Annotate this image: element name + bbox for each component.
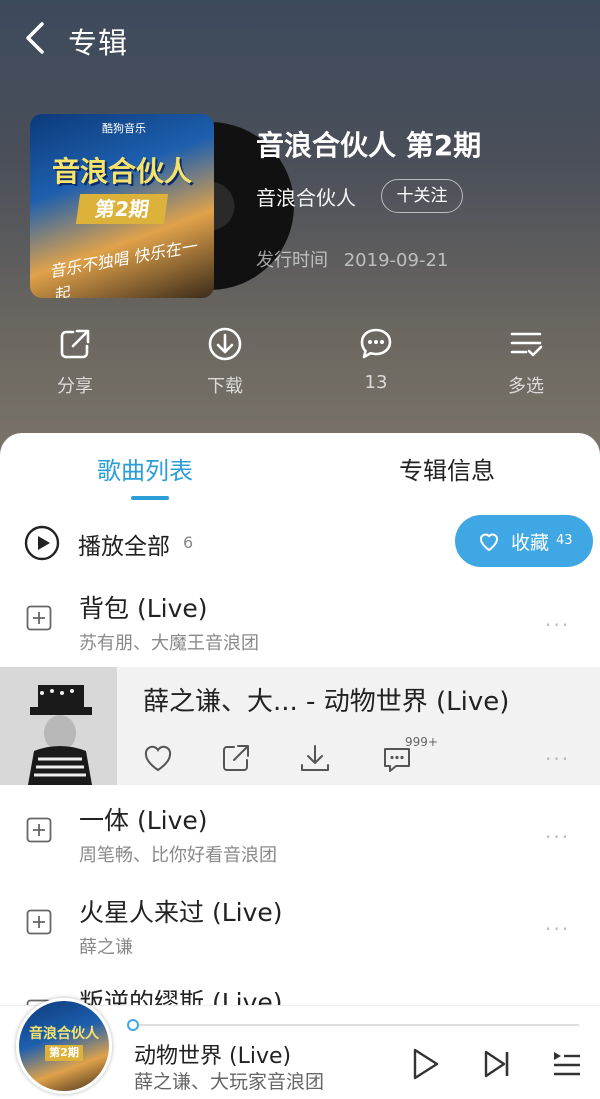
comment-button[interactable]: 13 [326, 326, 426, 393]
album-header: 专辑 酷狗音乐 音浪合伙人 第2期 音乐不独唱 快乐在一起 音浪合伙人 第2期 … [0, 0, 600, 460]
playlist-icon [554, 1052, 580, 1076]
song-artist: 薛之谦 [79, 937, 133, 958]
multiselect-button[interactable]: 多选 [476, 326, 576, 398]
more-options-icon[interactable]: ··· [545, 825, 570, 849]
add-to-playlist-icon[interactable] [26, 817, 52, 843]
mini-player[interactable]: 音浪合伙人 第2期 动物世界 (Live) 薛之谦、大玩家音浪团 [0, 998, 600, 1099]
active-song-row[interactable]: 薛之谦、大... - 动物世界 (Live) 999+ ··· [0, 667, 600, 785]
collect-label: 收藏 [511, 532, 550, 554]
song-list-panel: 歌曲列表 专辑信息 播放全部 6 收藏 43 背包 (Live) 苏有朋、大魔王… [0, 433, 600, 1033]
download-button[interactable]: 下载 [175, 326, 275, 398]
more-options-icon[interactable]: ··· [545, 613, 570, 637]
cover-episode: 第2期 [75, 194, 169, 224]
play-circle-icon[interactable] [24, 525, 60, 561]
album-cover-art: 酷狗音乐 音浪合伙人 第2期 音乐不独唱 快乐在一起 [30, 114, 214, 298]
comment-icon [360, 328, 392, 359]
now-playing-title: 动物世界 (Live) [134, 1044, 292, 1069]
chevron-left-icon [26, 22, 44, 54]
song-thumbnail [0, 667, 117, 785]
play-all-button[interactable]: 播放全部 [78, 527, 170, 561]
song-row[interactable]: 背包 (Live) 苏有朋、大魔王音浪团 ··· [0, 579, 600, 667]
play-button[interactable] [408, 1044, 442, 1084]
tab-song-list[interactable]: 歌曲列表 [97, 451, 193, 486]
song-title: 背包 (Live) [79, 594, 208, 623]
cover-title: 音浪合伙人 [51, 155, 192, 188]
album-actions: 分享 下载 13 多选 [0, 326, 600, 406]
share-icon [60, 329, 90, 359]
disc-title: 音浪合伙人 [29, 1026, 99, 1042]
album-artist[interactable]: 音浪合伙人 [256, 182, 356, 211]
cover-slogan: 音乐不独唱 快乐在一起 [47, 236, 198, 298]
share-label: 分享 [57, 376, 93, 397]
heart-outline-icon [144, 745, 172, 772]
next-button[interactable] [480, 1044, 514, 1084]
comment-badge: 999+ [405, 735, 438, 749]
play-all-row: 播放全部 6 收藏 43 [0, 515, 600, 571]
heart-icon [479, 533, 499, 552]
more-options-icon[interactable]: ··· [545, 917, 570, 941]
follow-button[interactable]: 十关注 [381, 179, 463, 213]
artist-photo [0, 667, 117, 785]
back-button[interactable] [18, 18, 54, 58]
release-date: 2019-09-21 [343, 250, 449, 271]
multiselect-label: 多选 [508, 376, 544, 397]
download-label: 下载 [207, 376, 243, 397]
active-song-title: 薛之谦、大... - 动物世界 (Live) [143, 687, 510, 717]
top-bar: 专辑 [0, 0, 600, 76]
song-download-button[interactable] [298, 741, 332, 775]
progress-bar[interactable] [133, 1024, 579, 1026]
download-icon [208, 327, 242, 361]
download-icon [301, 745, 329, 771]
album-name: 音浪合伙人 第2期 [256, 129, 482, 162]
song-title: 一体 (Live) [79, 806, 208, 835]
cover-logo: 酷狗音乐 [102, 122, 146, 135]
progress-handle[interactable] [127, 1019, 139, 1031]
tab-bar: 歌曲列表 专辑信息 [0, 433, 600, 503]
share-button[interactable]: 分享 [25, 326, 125, 398]
like-button[interactable] [141, 741, 175, 775]
song-title: 火星人来过 (Live) [79, 898, 283, 927]
song-count: 6 [183, 533, 194, 552]
release-info: 发行时间 2019-09-21 [256, 246, 458, 272]
add-to-playlist-icon[interactable] [26, 605, 52, 631]
share-icon [223, 745, 249, 771]
page-title: 专辑 [68, 26, 129, 60]
tab-indicator [131, 496, 169, 500]
song-artist: 苏有朋、大魔王音浪团 [79, 633, 259, 654]
comment-count: 13 [364, 372, 388, 393]
release-label: 发行时间 [256, 250, 328, 271]
tab-album-info[interactable]: 专辑信息 [399, 451, 495, 486]
collect-count: 43 [556, 533, 573, 548]
more-options-icon[interactable]: ··· [545, 747, 570, 771]
add-to-playlist-icon[interactable] [26, 909, 52, 935]
collect-button[interactable]: 收藏 43 [455, 515, 593, 567]
song-row[interactable]: 一体 (Live) 周笔畅、比你好看音浪团 ··· [0, 791, 600, 879]
skip-next-icon [484, 1050, 509, 1078]
now-playing-artist: 薛之谦、大玩家音浪团 [134, 1071, 325, 1093]
play-icon [413, 1048, 439, 1080]
song-share-button[interactable] [219, 741, 253, 775]
now-playing-disc[interactable]: 音浪合伙人 第2期 [16, 998, 112, 1094]
song-artist: 周笔畅、比你好看音浪团 [79, 845, 277, 866]
playlist-button[interactable] [550, 1044, 584, 1084]
multiselect-icon [510, 332, 543, 357]
song-row[interactable]: 火星人来过 (Live) 薛之谦 ··· [0, 883, 600, 971]
album-cover[interactable]: 酷狗音乐 音浪合伙人 第2期 音乐不独唱 快乐在一起 [30, 114, 294, 298]
disc-episode: 第2期 [45, 1045, 83, 1061]
